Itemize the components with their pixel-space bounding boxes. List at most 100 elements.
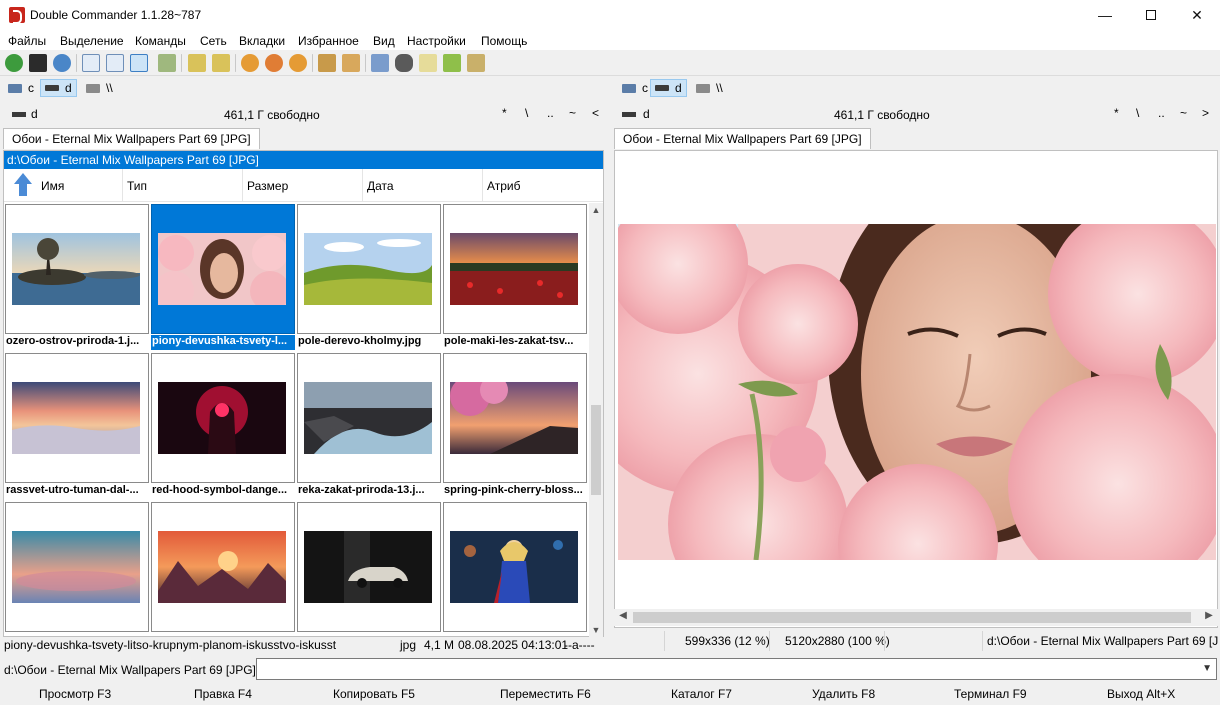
command-input[interactable]: ▼ [256,658,1217,680]
scrollbar-thumb[interactable] [591,405,601,495]
menu-help[interactable]: Помощь [481,34,527,48]
right-parent-button[interactable]: .. [1158,106,1165,120]
left-folder-tab[interactable]: Обои - Eternal Mix Wallpapers Part 69 [J… [3,128,260,149]
menu-network[interactable]: Сеть [200,34,227,48]
right-network-button[interactable]: \\ [692,79,727,97]
thumbnail-item[interactable]: red-hood-symbol-dange... [150,352,296,501]
left-history-button[interactable]: < [592,106,599,120]
delete-f8-button[interactable]: Удалить F8 [812,687,875,701]
copy-f5-button[interactable]: Копировать F5 [333,687,415,701]
left-parent-button[interactable]: .. [547,106,554,120]
right-drive-c-button[interactable]: c [618,79,652,97]
menu-settings[interactable]: Настройки [407,34,466,48]
thumbnail-item[interactable] [150,501,296,637]
menu-files[interactable]: Файлы [8,34,46,48]
column-attributes[interactable]: Атриб [483,169,603,202]
settings-gear-icon[interactable] [53,54,71,72]
search-icon[interactable] [241,54,259,72]
peony-girl-thumbnail [158,233,286,305]
file-name-label [297,633,441,637]
column-type[interactable]: Тип [123,169,243,202]
minimize-button[interactable]: — [1082,0,1128,30]
notes-icon[interactable] [467,54,485,72]
right-history-button[interactable]: > [1202,106,1209,120]
unpack-files-icon[interactable] [342,54,360,72]
thumbnail-item[interactable]: rassvet-utro-tuman-dal-... [4,352,150,501]
column-name[interactable]: Имя [4,169,123,202]
left-status-bar: piony-devushka-tsvety-litso-krupnym-plan… [3,638,604,654]
left-drive-c-button[interactable]: c [4,79,38,97]
foggy-dawn-thumbnail [12,382,140,454]
mkdir-f7-button[interactable]: Каталог F7 [671,687,732,701]
compare-dirs-icon[interactable] [158,54,176,72]
status-full-size: 5120x2880 (100 %) [769,631,890,651]
left-network-button[interactable]: \\ [82,79,117,97]
menu-favorites[interactable]: Избранное [298,34,359,48]
sync-dirs-icon[interactable] [265,54,283,72]
thumbnail-item-selected[interactable]: piony-devushka-tsvety-l... [150,203,296,352]
chevron-down-icon[interactable]: ▼ [1202,663,1212,674]
brief-view-icon[interactable] [82,54,100,72]
thumbnail-item[interactable]: spring-pink-cherry-bloss... [442,352,588,501]
menu-selection[interactable]: Выделение [60,34,124,48]
thumbnail-item[interactable]: pole-derevo-kholmy.jpg [296,203,442,352]
left-current-path[interactable]: d:\Обои - Eternal Mix Wallpapers Part 69… [4,151,603,169]
file-name-label: rassvet-utro-tuman-dal-... [6,484,139,496]
multi-rename-icon[interactable] [289,54,307,72]
thumbnail-item[interactable]: ozero-ostrov-priroda-1.j... [4,203,150,352]
lake-island-thumbnail [12,233,140,305]
copy-right-icon[interactable] [212,54,230,72]
scroll-right-icon[interactable]: ▶ [1202,610,1216,621]
scroll-up-icon[interactable]: ▲ [589,203,603,217]
file-properties-icon[interactable] [371,54,389,72]
terminal-icon[interactable] [29,54,47,72]
right-drive-d-button[interactable]: d [650,79,687,97]
status-file-size: 4,1 M [424,638,455,652]
right-folder-tab[interactable]: Обои - Eternal Mix Wallpapers Part 69 [J… [614,128,871,149]
menu-view[interactable]: Вид [373,34,395,48]
file-name-label [151,633,295,637]
close-button[interactable]: ✕ [1174,0,1220,30]
thumbnail-item[interactable] [442,501,588,637]
left-home-button[interactable]: ~ [569,106,576,120]
right-root-button[interactable]: * [1114,106,1119,120]
column-size[interactable]: Размер [243,169,363,202]
right-horizontal-scrollbar[interactable]: ◀ ▶ [614,609,1218,626]
scroll-left-icon[interactable]: ◀ [616,610,630,621]
binoculars-icon[interactable] [395,54,413,72]
full-view-icon[interactable] [106,54,124,72]
exit-altx-button[interactable]: Выход Alt+X [1107,687,1175,701]
thumbnail-view-icon[interactable] [130,54,148,72]
menu-commands[interactable]: Команды [135,34,186,48]
right-backslash-button[interactable]: \ [1136,106,1139,120]
copy-left-icon[interactable] [188,54,206,72]
view-file-icon[interactable] [443,54,461,72]
left-drive-d-button[interactable]: d [40,79,77,97]
left-file-panel: d:\Обои - Eternal Mix Wallpapers Part 69… [3,150,604,637]
thumbnail-item[interactable]: reka-zakat-priroda-13.j... [296,352,442,501]
terminal-f9-button[interactable]: Терминал F9 [954,687,1027,701]
pack-files-icon[interactable] [318,54,336,72]
move-f6-button[interactable]: Переместить F6 [500,687,591,701]
panel-splitter[interactable] [607,100,612,656]
left-root-button[interactable]: * [502,106,507,120]
toolbar-separator [312,54,313,72]
edit-file-icon[interactable] [419,54,437,72]
thumbnail-grid: ozero-ostrov-priroda-1.j... piony-devush… [4,203,588,637]
left-backslash-button[interactable]: \ [525,106,528,120]
scroll-down-icon[interactable]: ▼ [589,623,603,637]
edit-f4-button[interactable]: Правка F4 [194,687,252,701]
thumbnail-item[interactable] [296,501,442,637]
view-f3-button[interactable]: Просмотр F3 [39,687,111,701]
menu-tabs[interactable]: Вкладки [239,34,285,48]
right-home-button[interactable]: ~ [1180,106,1187,120]
column-date[interactable]: Дата [363,169,483,202]
thumbnail-item[interactable]: pole-maki-les-zakat-tsv... [442,203,588,352]
status-file-attr: --a---- [564,638,595,652]
refresh-icon[interactable] [5,54,23,72]
maximize-button[interactable] [1128,0,1174,30]
thumbnail-item[interactable] [4,501,150,637]
scrollbar-thumb[interactable] [633,612,1191,623]
command-line: d:\Обои - Eternal Mix Wallpapers Part 69… [0,656,1220,682]
left-vertical-scrollbar[interactable]: ▲ ▼ [589,203,603,637]
